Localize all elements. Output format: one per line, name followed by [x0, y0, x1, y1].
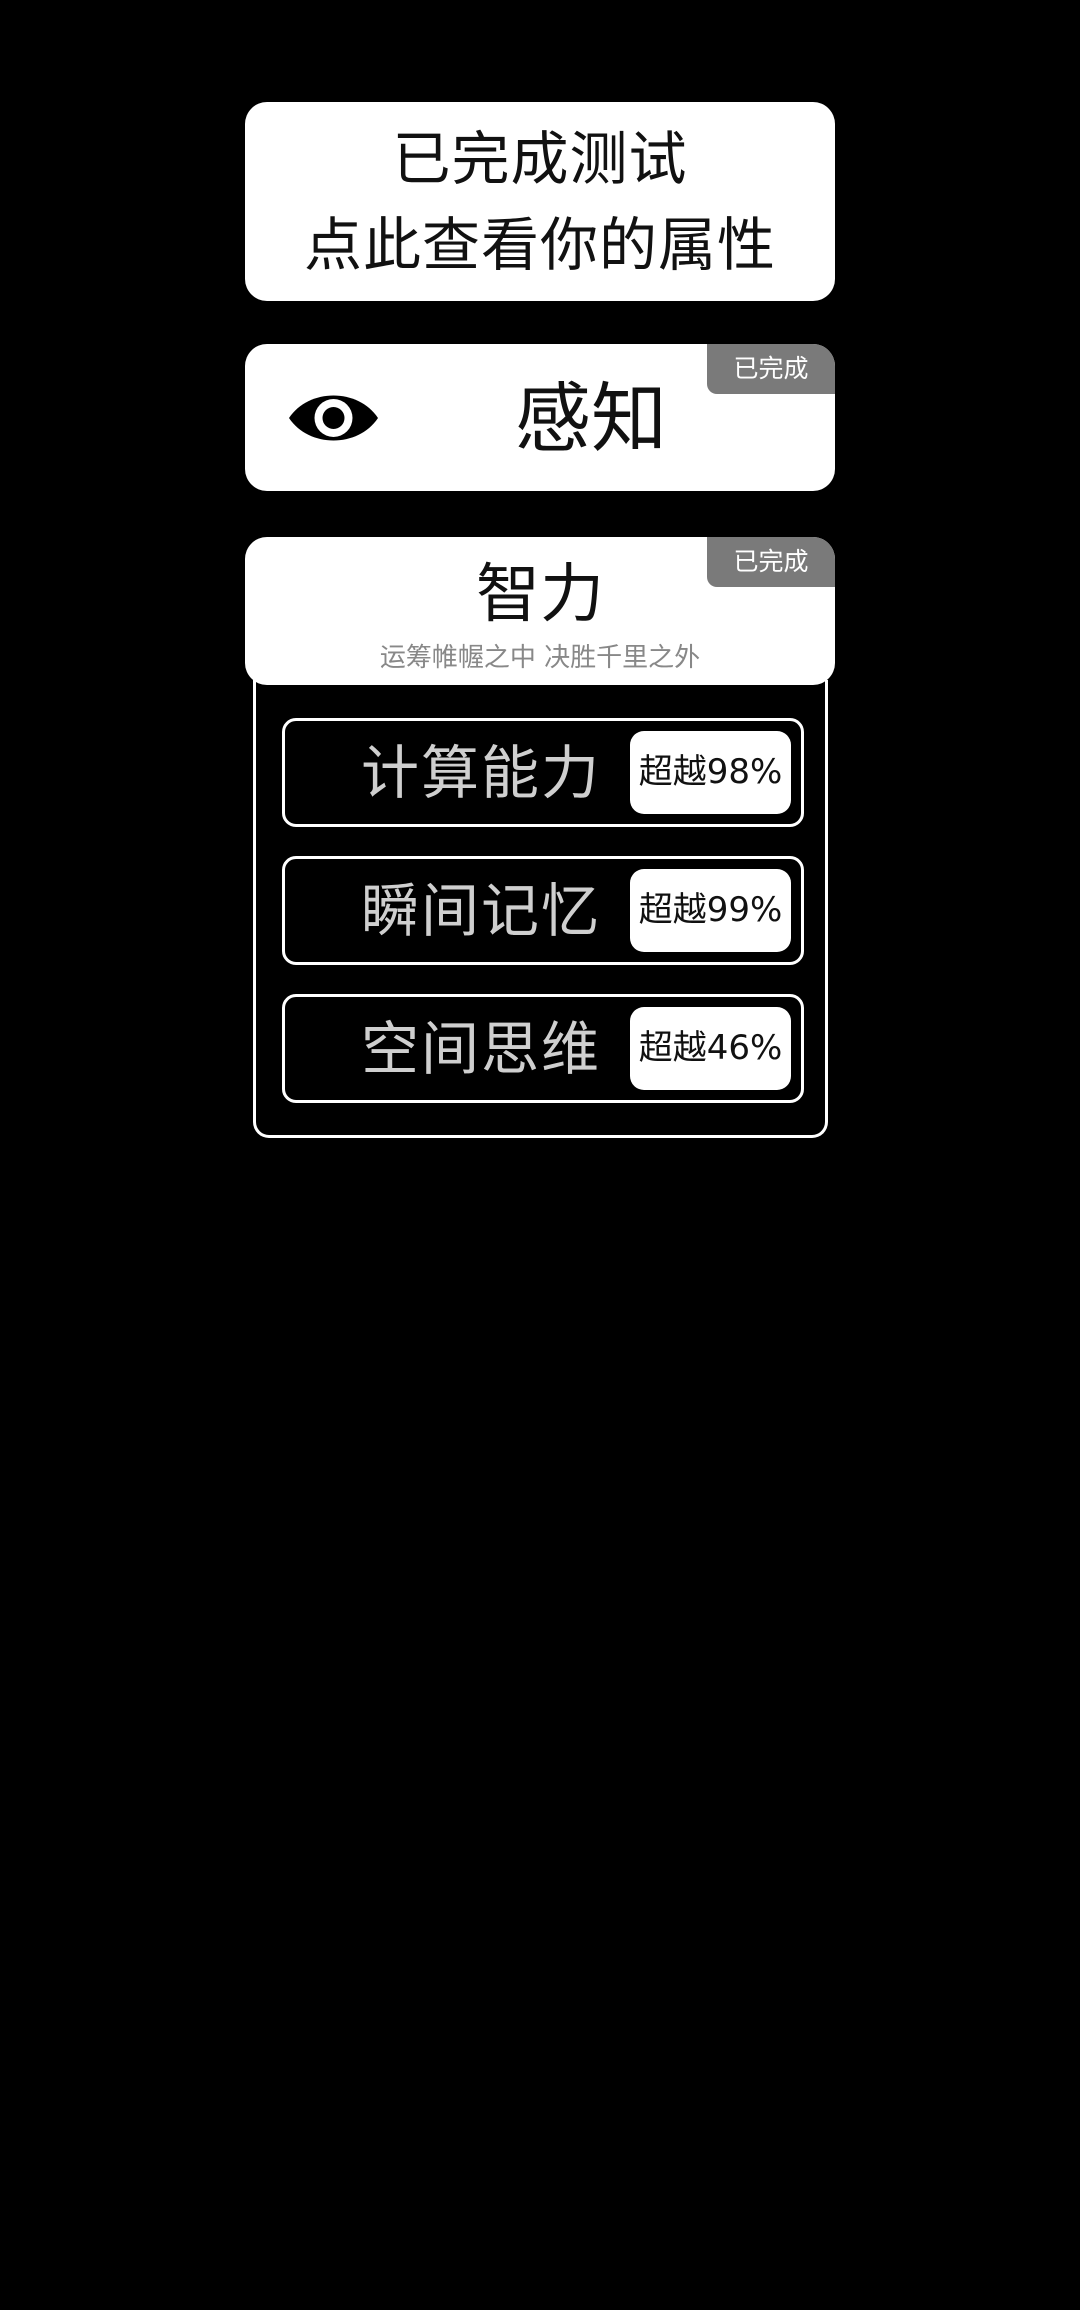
skill-row-instant-memory[interactable]: 瞬间记忆 超越99% [282, 856, 804, 965]
completed-badge: 已完成 [707, 344, 835, 394]
intelligence-subtitle: 运筹帷幄之中 决胜千里之外 [379, 643, 701, 673]
perception-card[interactable]: 已完成 感知 [245, 344, 835, 491]
skill-name: 瞬间记忆 [361, 877, 602, 945]
skill-result-badge: 超越99% [630, 869, 791, 952]
skill-row-spatial-thinking[interactable]: 空间思维 超越46% [282, 994, 804, 1103]
skill-name: 空间思维 [361, 1015, 602, 1083]
intelligence-detail-panel: 计算能力 超越98% 瞬间记忆 超越99% 空间思维 超越46% [253, 680, 828, 1138]
intelligence-title: 智力 [476, 558, 604, 632]
skill-result-badge: 超越46% [630, 1007, 791, 1090]
intelligence-card[interactable]: 已完成 智力 运筹帷幄之中 决胜千里之外 [245, 537, 835, 685]
eye-icon [289, 395, 378, 441]
skill-name: 计算能力 [361, 739, 602, 807]
skill-result-badge: 超越98% [630, 731, 791, 814]
skill-row-calculation[interactable]: 计算能力 超越98% [282, 718, 804, 827]
summary-line-1: 已完成测试 [392, 124, 688, 193]
view-attributes-button[interactable]: 已完成测试 点此查看你的属性 [245, 102, 835, 301]
summary-line-2: 点此查看你的属性 [303, 210, 776, 279]
perception-title: 感知 [515, 374, 667, 463]
